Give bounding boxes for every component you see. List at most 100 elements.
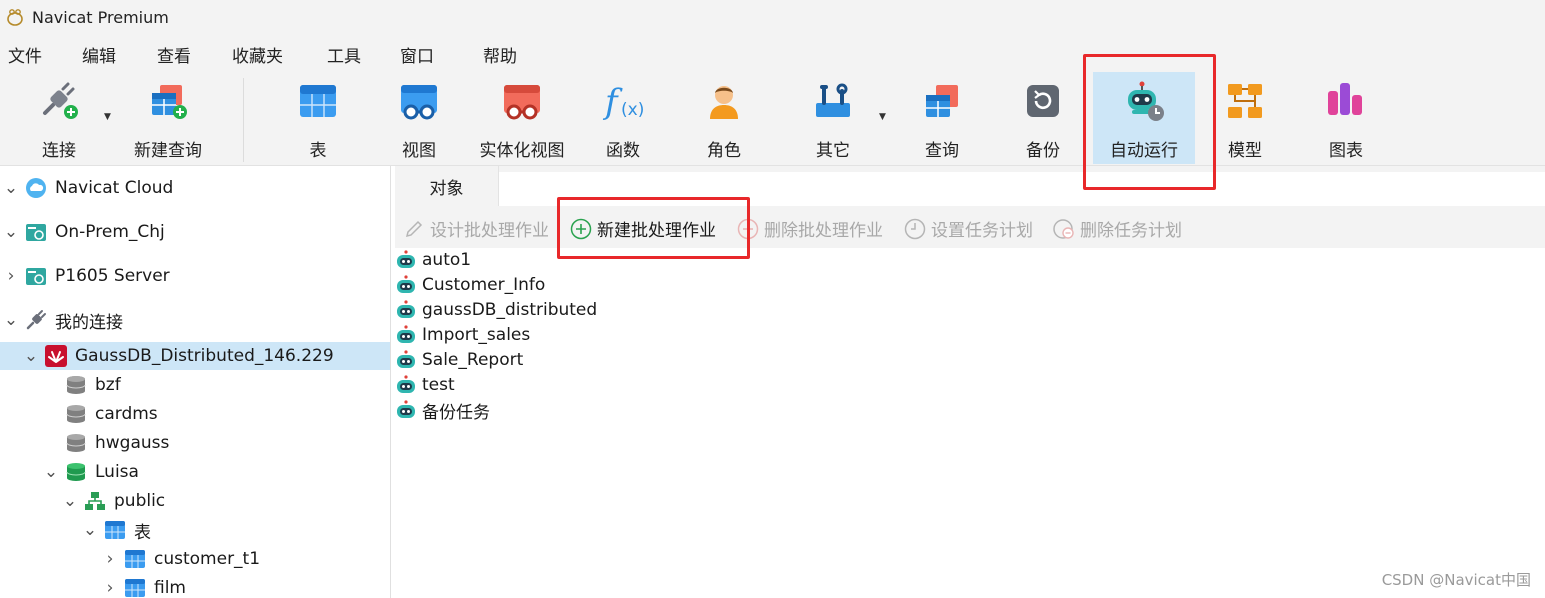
tree-navicat-cloud[interactable]: ⌄ Navicat Cloud <box>0 176 390 200</box>
automation-label: 自动运行 <box>1110 141 1178 161</box>
chart-label: 图表 <box>1329 141 1363 161</box>
chevron-down-icon[interactable]: ⌄ <box>43 462 59 482</box>
svg-text:(x): (x) <box>621 100 644 120</box>
chevron-down-icon[interactable]: ⌄ <box>23 346 39 366</box>
toolbar-separator <box>243 78 244 162</box>
backup-icon <box>1021 78 1065 124</box>
chevron-down-icon[interactable]: ⌄ <box>62 491 78 511</box>
batch-job-list: auto1 Customer_Info gaussDB_distributed … <box>395 248 1545 598</box>
tree-schema-public[interactable]: ⌄ public <box>0 489 390 513</box>
other-dropdown-icon[interactable]: ▼ <box>879 112 886 122</box>
tab-objects[interactable]: 对象 <box>395 166 499 206</box>
tree-my-connections[interactable]: ⌄ 我的连接 <box>0 308 390 333</box>
list-item[interactable]: Customer_Info <box>395 273 545 297</box>
pencil-icon <box>403 218 425 240</box>
tree-db-luisa[interactable]: ⌄ Luisa <box>0 460 390 484</box>
tree-label: public <box>114 491 166 511</box>
job-name: test <box>422 375 455 395</box>
window-title: Navicat Premium <box>32 7 169 27</box>
connect-dropdown-icon[interactable]: ▼ <box>104 112 111 122</box>
list-item[interactable]: auto1 <box>395 248 471 272</box>
menu-edit[interactable]: 编辑 <box>82 42 116 67</box>
automation-button[interactable]: 自动运行 <box>1093 72 1195 164</box>
tree-table-film[interactable]: › film <box>0 576 390 598</box>
other-button[interactable]: 其它 <box>803 72 863 164</box>
tab-strip-empty <box>499 172 1545 206</box>
job-name: Customer_Info <box>422 275 546 295</box>
chevron-right-icon[interactable]: › <box>3 266 19 286</box>
table-icon <box>124 548 146 570</box>
materialized-view-label: 实体化视图 <box>479 141 565 161</box>
function-button[interactable]: f (x) 函数 <box>593 72 653 164</box>
view-button[interactable]: 视图 <box>389 72 449 164</box>
connection-tree: ⌄ Navicat Cloud ⌄ On-Prem_Chj › P1605 Se… <box>0 166 391 598</box>
robot-icon <box>395 249 417 271</box>
menu-file[interactable]: 文件 <box>8 42 42 67</box>
role-button[interactable]: 角色 <box>694 72 754 164</box>
chevron-right-icon[interactable]: › <box>102 549 118 569</box>
view-icon <box>397 78 441 124</box>
chart-icon <box>1324 78 1368 124</box>
new-batch-job-label: 新建批处理作业 <box>597 221 716 241</box>
model-label: 模型 <box>1228 141 1262 161</box>
menu-view[interactable]: 查看 <box>157 42 191 67</box>
tree-p1605-server[interactable]: › P1605 Server <box>0 264 390 288</box>
table-button[interactable]: 表 <box>288 72 348 164</box>
delete-batch-job-label: 删除批处理作业 <box>764 221 883 241</box>
delete-schedule-button[interactable]: 删除任务计划 <box>1053 216 1182 241</box>
query-button[interactable]: 查询 <box>912 72 972 164</box>
database-icon <box>65 374 87 396</box>
tree-table-customer[interactable]: › customer_t1 <box>0 547 390 571</box>
menu-help[interactable]: 帮助 <box>483 42 517 67</box>
job-name: Import_sales <box>422 325 531 345</box>
tree-label: customer_t1 <box>154 549 261 569</box>
delete-batch-job-button[interactable]: 删除批处理作业 <box>737 216 883 241</box>
tools-icon <box>811 78 855 124</box>
new-query-label: 新建查询 <box>134 141 202 161</box>
tree-label: On-Prem_Chj <box>55 222 165 242</box>
tree-db-hwgauss[interactable]: hwgauss <box>0 431 390 455</box>
table-icon <box>124 577 146 598</box>
database-icon <box>65 403 87 425</box>
tree-tables-group[interactable]: ⌄ 表 <box>0 518 390 543</box>
materialized-view-button[interactable]: 实体化视图 <box>474 72 570 164</box>
function-icon: f (x) <box>601 78 645 124</box>
set-schedule-button[interactable]: 设置任务计划 <box>904 216 1033 241</box>
table-icon <box>296 78 340 124</box>
chevron-right-icon[interactable]: › <box>102 578 118 598</box>
tree-gaussdb-connection[interactable]: ⌄ GaussDB_Distributed_146.229 <box>0 342 390 370</box>
query-label: 查询 <box>925 141 959 161</box>
menu-favorites[interactable]: 收藏夹 <box>232 42 283 67</box>
object-toolbar: 设计批处理作业 新建批处理作业 删除批处理作业 设置任务计划 删除任务计划 <box>395 206 1545 248</box>
connect-button[interactable]: 连接 <box>22 72 96 164</box>
list-item[interactable]: Sale_Report <box>395 348 523 372</box>
menu-tools[interactable]: 工具 <box>327 42 361 67</box>
model-button[interactable]: 模型 <box>1215 72 1275 164</box>
user-role-icon <box>702 78 746 124</box>
other-label: 其它 <box>816 141 850 161</box>
list-item[interactable]: test <box>395 373 455 397</box>
backup-button[interactable]: 备份 <box>1013 72 1073 164</box>
list-item[interactable]: 备份任务 <box>395 398 490 423</box>
connect-label: 连接 <box>42 141 76 161</box>
tree-db-bzf[interactable]: bzf <box>0 373 390 397</box>
list-item[interactable]: Import_sales <box>395 323 530 347</box>
tree-label: Navicat Cloud <box>55 178 174 198</box>
new-query-button[interactable]: 新建查询 <box>128 72 208 164</box>
menu-window[interactable]: 窗口 <box>400 42 434 67</box>
chevron-down-icon[interactable]: ⌄ <box>3 222 19 242</box>
new-batch-job-button[interactable]: 新建批处理作业 <box>570 216 716 241</box>
robot-icon <box>1122 78 1166 124</box>
chevron-down-icon[interactable]: ⌄ <box>3 310 19 330</box>
design-batch-job-button[interactable]: 设计批处理作业 <box>403 216 549 241</box>
tree-on-prem[interactable]: ⌄ On-Prem_Chj <box>0 220 390 244</box>
chevron-down-icon[interactable]: ⌄ <box>3 178 19 198</box>
view-label: 视图 <box>402 141 436 161</box>
tree-db-cardms[interactable]: cardms <box>0 402 390 426</box>
chevron-down-icon[interactable]: ⌄ <box>82 520 98 540</box>
title-bar: Navicat Premium <box>0 0 1545 34</box>
plug-icon <box>25 309 47 331</box>
list-item[interactable]: gaussDB_distributed <box>395 298 597 322</box>
add-circle-icon <box>570 218 592 240</box>
chart-button[interactable]: 图表 <box>1316 72 1376 164</box>
